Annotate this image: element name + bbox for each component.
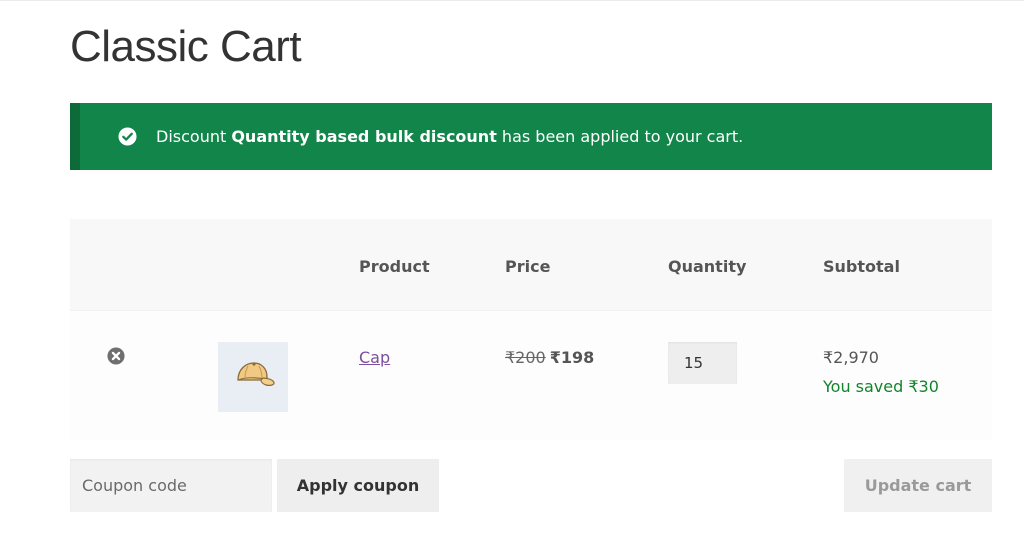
product-link-cap[interactable]: Cap bbox=[359, 348, 390, 367]
discount-notice: Discount Quantity based bulk discount ha… bbox=[70, 103, 992, 170]
table-header: Product Price Quantity Subtotal bbox=[70, 219, 992, 310]
remove-item-icon[interactable] bbox=[107, 347, 125, 365]
cart-actions: Apply coupon Update cart bbox=[70, 459, 992, 512]
check-circle-icon bbox=[118, 127, 137, 146]
header-product: Product bbox=[359, 257, 430, 276]
apply-coupon-button[interactable]: Apply coupon bbox=[277, 459, 439, 512]
discount-name: Quantity based bulk discount bbox=[231, 127, 497, 146]
notice-message: Discount Quantity based bulk discount ha… bbox=[156, 127, 743, 146]
line-subtotal: ₹2,970 bbox=[823, 348, 879, 367]
page-title: Classic Cart bbox=[70, 22, 302, 71]
cap-icon bbox=[230, 360, 276, 394]
savings-text: You saved ₹30 bbox=[823, 377, 939, 396]
update-cart-button[interactable]: Update cart bbox=[844, 459, 992, 512]
top-divider bbox=[0, 0, 1024, 1]
coupon-code-input[interactable] bbox=[70, 459, 272, 512]
notice-prefix: Discount bbox=[156, 127, 232, 146]
quantity-input[interactable] bbox=[668, 342, 737, 384]
cart-table: Product Price Quantity Subtotal Cap ₹200… bbox=[70, 219, 992, 440]
sale-price: ₹198 bbox=[549, 348, 595, 367]
header-quantity: Quantity bbox=[668, 257, 747, 276]
notice-suffix: has been applied to your cart. bbox=[496, 127, 744, 146]
regular-price: ₹200 bbox=[505, 348, 546, 367]
header-subtotal: Subtotal bbox=[823, 257, 900, 276]
header-price: Price bbox=[505, 257, 551, 276]
product-thumbnail[interactable] bbox=[218, 342, 288, 412]
table-row: Cap ₹200₹198 ₹2,970 You saved ₹30 bbox=[70, 310, 992, 440]
product-price: ₹200 ₹198 bbox=[505, 348, 594, 367]
